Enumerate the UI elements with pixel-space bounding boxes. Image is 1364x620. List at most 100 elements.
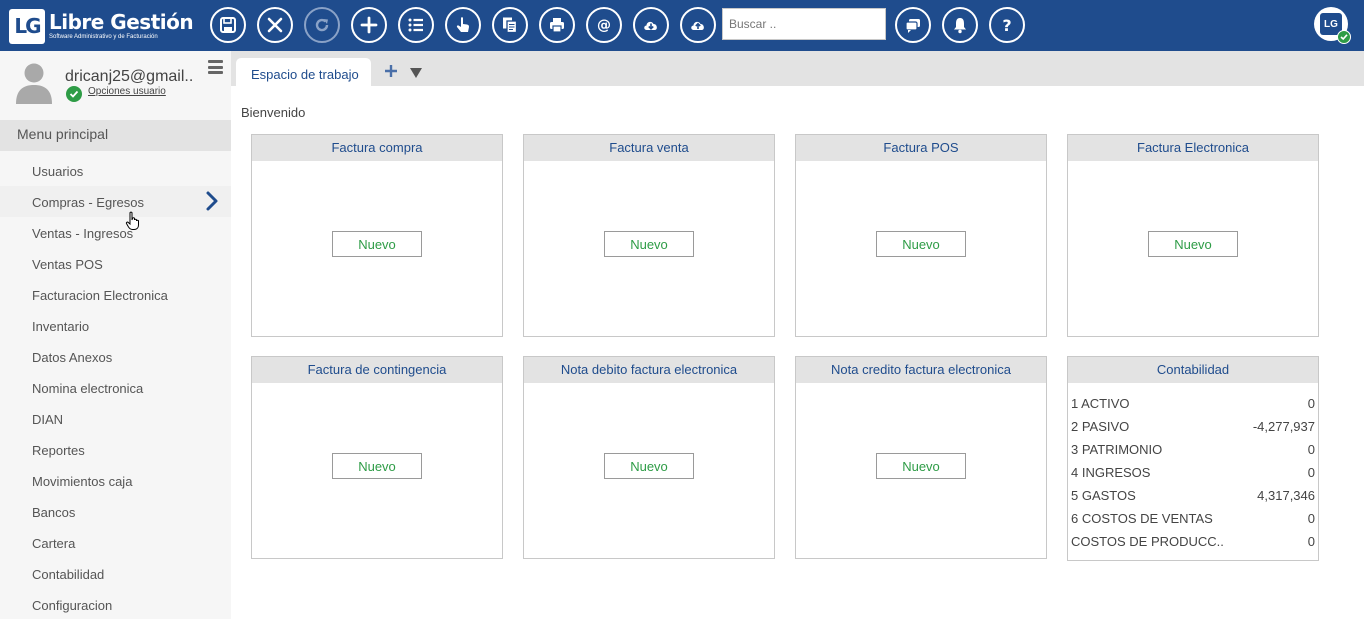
sidebar-item-datos-anexos[interactable]: Datos Anexos <box>0 341 231 372</box>
user-options-link[interactable]: Opciones usuario <box>88 86 166 97</box>
sidebar-item-movimientos-caja[interactable]: Movimientos caja <box>0 465 231 496</box>
touch-button[interactable] <box>445 7 481 43</box>
hamburger-menu-icon[interactable] <box>208 60 223 74</box>
card-title: Factura de contingencia <box>252 357 502 383</box>
help-button[interactable]: ? <box>989 7 1025 43</box>
card-factura-venta: Factura venta Nuevo <box>523 134 775 337</box>
card-nota-credito: Nota credito factura electronica Nuevo <box>795 356 1047 559</box>
nuevo-button[interactable]: Nuevo <box>1148 231 1238 257</box>
nuevo-button[interactable]: Nuevo <box>876 453 966 479</box>
card-title: Factura compra <box>252 135 502 161</box>
save-icon <box>220 17 236 33</box>
user-panel: dricanj25@gmail.. Opciones usuario <box>0 51 231 120</box>
sidebar-item-facturacion-electronica[interactable]: Facturacion Electronica <box>0 279 231 310</box>
app-title: Libre Gestión <box>49 10 194 34</box>
email-button[interactable]: @ <box>586 7 622 43</box>
accounting-row: 6 COSTOS DE VENTAS 0 <box>1071 511 1315 526</box>
card-title: Nota debito factura electronica <box>524 357 774 383</box>
list-button[interactable] <box>398 7 434 43</box>
close-button[interactable] <box>257 7 293 43</box>
nuevo-button[interactable]: Nuevo <box>604 453 694 479</box>
sidebar-item-ventas-ingresos[interactable]: Ventas - Ingresos <box>0 217 231 248</box>
card-title: Contabilidad <box>1068 357 1318 383</box>
sidebar-item-bancos[interactable]: Bancos <box>0 496 231 527</box>
app-subtitle: Software Administrativo y de Facturación <box>49 34 158 40</box>
sidebar-item-nomina-electronica[interactable]: Nomina electronica <box>0 372 231 403</box>
user-menu-avatar[interactable]: LG <box>1314 7 1351 44</box>
welcome-text: Bienvenido <box>241 105 306 120</box>
card-contabilidad: Contabilidad 1 ACTIVO 0 2 PASIVO -4,277,93… <box>1067 356 1319 561</box>
main-menu: Usuarios Compras - Egresos Ventas - Ingr… <box>0 151 231 620</box>
sidebar-item-cartera[interactable]: Cartera <box>0 527 231 558</box>
accounting-row: COSTOS DE PRODUCC.. 0 <box>1071 534 1315 549</box>
plus-icon <box>360 16 378 34</box>
nuevo-button[interactable]: Nuevo <box>332 453 422 479</box>
card-factura-compra: Factura compra Nuevo <box>251 134 503 337</box>
question-icon: ? <box>1002 16 1011 34</box>
accounting-summary: 1 ACTIVO 0 2 PASIVO -4,277,937 3 PATRIMONI… <box>1068 383 1318 560</box>
save-button[interactable] <box>210 7 246 43</box>
chevron-right-icon <box>206 191 218 211</box>
search-input[interactable] <box>722 8 886 40</box>
top-bar: LG Libre Gestión Software Administrativo… <box>0 0 1364 51</box>
mouse-cursor-hand-icon <box>125 211 139 230</box>
svg-text:@: @ <box>597 18 611 34</box>
messages-button[interactable] <box>895 7 931 43</box>
cloud-download-icon <box>644 21 657 30</box>
chat-icon <box>905 19 920 33</box>
hand-pointer-icon <box>456 17 469 32</box>
card-title: Factura Electronica <box>1068 135 1318 161</box>
user-name: dricanj25@gmail.. <box>65 68 194 85</box>
refresh-icon <box>315 18 329 32</box>
notifications-button[interactable] <box>942 7 978 43</box>
tab-dropdown-icon[interactable] <box>410 68 422 78</box>
logo-mark: LG <box>9 8 45 44</box>
sidebar-item-compras-egresos[interactable]: Compras - Egresos <box>0 186 231 217</box>
accounting-row: 1 ACTIVO 0 <box>1071 396 1315 411</box>
upload-button[interactable] <box>680 7 716 43</box>
list-icon <box>408 18 423 32</box>
sidebar-item-usuarios[interactable]: Usuarios <box>0 155 231 186</box>
add-tab-icon[interactable] <box>384 64 398 78</box>
cloud-upload-icon <box>691 21 704 30</box>
nuevo-button[interactable]: Nuevo <box>604 231 694 257</box>
download-button[interactable] <box>633 7 669 43</box>
sidebar-item-inventario[interactable]: Inventario <box>0 310 231 341</box>
nuevo-button[interactable]: Nuevo <box>876 231 966 257</box>
sidebar-item-contabilidad[interactable]: Contabilidad <box>0 558 231 589</box>
card-title: Factura POS <box>796 135 1046 161</box>
card-nota-debito: Nota debito factura electronica Nuevo <box>523 356 775 559</box>
accounting-row: 4 INGRESOS 0 <box>1071 465 1315 480</box>
card-title: Nota credito factura electronica <box>796 357 1046 383</box>
tab-espacio-de-trabajo[interactable]: Espacio de trabajo <box>236 58 371 86</box>
printer-icon <box>550 18 564 33</box>
card-factura-pos: Factura POS Nuevo <box>795 134 1047 337</box>
status-check-icon <box>66 86 82 102</box>
sidebar-item-ventas-pos[interactable]: Ventas POS <box>0 248 231 279</box>
sidebar-item-reportes[interactable]: Reportes <box>0 434 231 465</box>
sidebar-item-dian[interactable]: DIAN <box>0 403 231 434</box>
svg-text:?: ? <box>1002 16 1011 34</box>
tab-bar: Espacio de trabajo <box>231 51 1364 86</box>
accounting-row: 3 PATRIMONIO 0 <box>1071 442 1315 457</box>
accounting-row: 2 PASIVO -4,277,937 <box>1071 419 1315 434</box>
refresh-button[interactable] <box>304 7 340 43</box>
app-logo[interactable]: LG Libre Gestión Software Administrativo… <box>9 8 194 44</box>
card-factura-contingencia: Factura de contingencia Nuevo <box>251 356 503 559</box>
close-icon <box>267 17 283 33</box>
sidebar-item-configuracion[interactable]: Configuracion <box>0 589 231 620</box>
card-factura-electronica: Factura Electronica Nuevo <box>1067 134 1319 337</box>
user-avatar-icon <box>16 63 52 104</box>
sidebar: dricanj25@gmail.. Opciones usuario Menu … <box>0 51 231 619</box>
accounting-row: 5 GASTOS 4,317,346 <box>1071 488 1315 503</box>
at-sign-icon: @ <box>597 18 611 34</box>
card-title: Factura venta <box>524 135 774 161</box>
copy-button[interactable] <box>492 7 528 43</box>
copy-icon <box>503 17 518 34</box>
online-check-icon <box>1337 30 1351 44</box>
add-button[interactable] <box>351 7 387 43</box>
print-button[interactable] <box>539 7 575 43</box>
menu-header: Menu principal <box>0 120 231 151</box>
nuevo-button[interactable]: Nuevo <box>332 231 422 257</box>
bell-icon <box>954 18 966 34</box>
